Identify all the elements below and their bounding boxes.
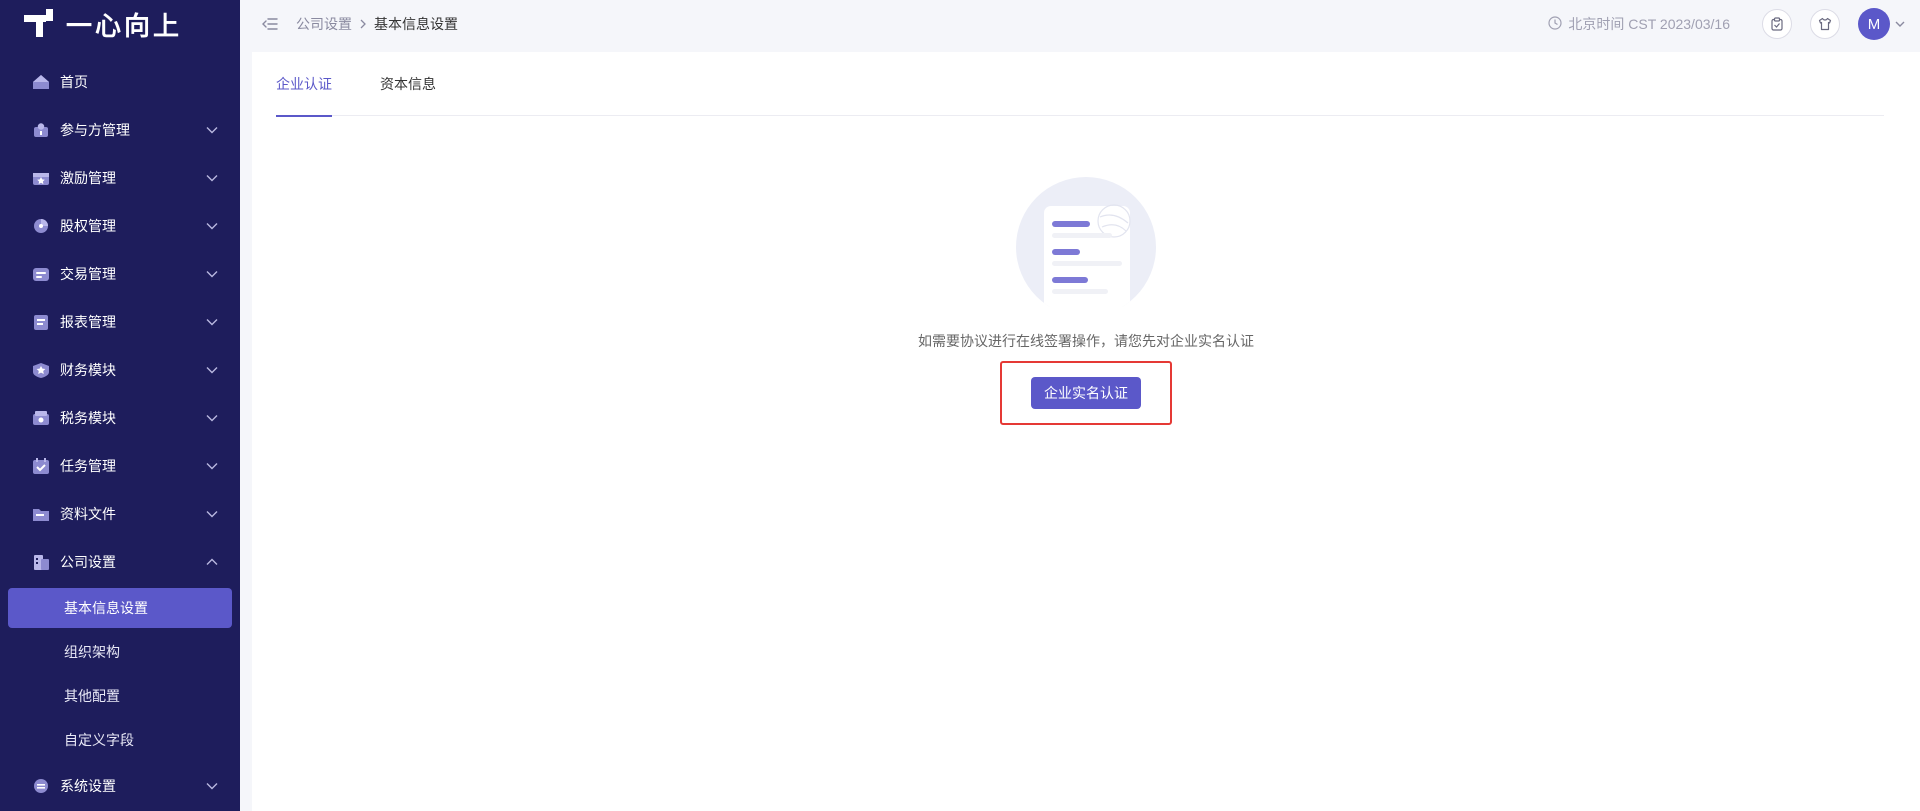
sidebar-item-tax[interactable]: 税务模块 (0, 394, 240, 442)
task-clipboard-button[interactable] (1762, 9, 1792, 39)
sidebar-item-incentive[interactable]: 激励管理 (0, 154, 240, 202)
clock-icon (1548, 15, 1562, 33)
chevron-down-icon (206, 364, 218, 376)
logo-mark-icon (24, 9, 56, 39)
sidebar-item-equity[interactable]: 股权管理 (0, 202, 240, 250)
sidebar-menu: 首页参与方管理激励管理股权管理交易管理报表管理财务模块税务模块任务管理资料文件公… (0, 48, 240, 810)
document-illustration-icon (1016, 177, 1156, 307)
sidebar-subitem[interactable]: 基本信息设置 (8, 588, 232, 628)
topbar-actions: 北京时间 CST 2023/03/16 M (1548, 8, 1906, 40)
enterprise-verify-button[interactable]: 企业实名认证 (1031, 377, 1141, 409)
sidebar-item-label: 资料文件 (60, 506, 116, 522)
sidebar-item-label: 股权管理 (60, 218, 116, 234)
trade-icon (32, 266, 50, 282)
sidebar-item-report[interactable]: 报表管理 (0, 298, 240, 346)
sidebar-item-label: 报表管理 (60, 314, 116, 330)
main-content: 企业认证 资本信息 如需要协议进行在线签署操作，请您先对企业实名认证 企业实名认… (252, 52, 1920, 811)
tab-bar: 企业认证 资本信息 (276, 52, 1884, 117)
chevron-down-icon (206, 220, 218, 232)
shirt-icon (1818, 17, 1832, 31)
finance-icon (32, 362, 50, 378)
system-icon (32, 778, 50, 794)
sidebar-item-finance[interactable]: 财务模块 (0, 346, 240, 394)
task-icon (32, 458, 50, 474)
sidebar-subitem[interactable]: 其他配置 (0, 674, 240, 718)
home-icon (32, 74, 50, 90)
shirt-theme-button[interactable] (1810, 9, 1840, 39)
highlight-box: 企业实名认证 (1000, 361, 1172, 425)
clock-text: 北京时间 CST 2023/03/16 (1568, 16, 1730, 32)
chevron-right-icon (359, 18, 367, 30)
user-avatar[interactable]: M (1858, 8, 1890, 40)
chevron-down-icon (206, 460, 218, 472)
report-icon (32, 314, 50, 330)
breadcrumb-parent[interactable]: 公司设置 (296, 14, 352, 34)
sidebar-item-label: 首页 (60, 74, 88, 90)
sidebar-item-task[interactable]: 任务管理 (0, 442, 240, 490)
sidebar-subitem[interactable]: 自定义字段 (0, 718, 240, 762)
incentive-icon (32, 170, 50, 186)
sidebar-item-label: 财务模块 (60, 362, 116, 378)
chevron-down-icon (206, 172, 218, 184)
sidebar-item-trade[interactable]: 交易管理 (0, 250, 240, 298)
chevron-down-icon (206, 780, 218, 792)
empty-state: 如需要协议进行在线签署操作，请您先对企业实名认证 企业实名认证 (252, 177, 1920, 425)
sidebar-item-label: 参与方管理 (60, 122, 130, 138)
sidebar-subitem[interactable]: 组织架构 (0, 630, 240, 674)
chevron-up-icon (206, 556, 218, 568)
sidebar-item-folder[interactable]: 资料文件 (0, 490, 240, 538)
sidebar-item-participants[interactable]: 参与方管理 (0, 106, 240, 154)
company-icon (32, 554, 50, 570)
topbar: 公司设置 基本信息设置 北京时间 CST 2023/03/16 M (240, 0, 1920, 48)
chevron-down-icon (206, 268, 218, 280)
participants-icon (32, 122, 50, 138)
breadcrumb-current: 基本信息设置 (374, 16, 458, 32)
folder-icon (32, 506, 50, 522)
collapse-sidebar-icon[interactable] (260, 14, 280, 34)
sidebar-item-system[interactable]: 系统设置 (0, 762, 240, 810)
equity-icon (32, 218, 50, 234)
tab-enterprise-certification[interactable]: 企业认证 (276, 52, 332, 117)
chevron-down-icon (206, 124, 218, 136)
brand-logo[interactable]: 一心向上 (0, 0, 240, 48)
breadcrumb: 公司设置 基本信息设置 (296, 14, 458, 34)
clipboard-check-icon (1771, 17, 1783, 31)
sidebar-item-home[interactable]: 首页 (0, 58, 240, 106)
sidebar-item-label: 税务模块 (60, 410, 116, 426)
clock-display: 北京时间 CST 2023/03/16 (1548, 14, 1730, 34)
sidebar-item-label: 交易管理 (60, 266, 116, 282)
sidebar-item-company[interactable]: 公司设置 (0, 538, 240, 586)
sidebar-item-label: 系统设置 (60, 778, 116, 794)
empty-state-message: 如需要协议进行在线签署操作，请您先对企业实名认证 (918, 333, 1254, 349)
brand-name: 一心向上 (66, 10, 183, 41)
tab-capital-info[interactable]: 资本信息 (380, 52, 436, 116)
sidebar-item-label: 任务管理 (60, 458, 116, 474)
chevron-down-icon (206, 412, 218, 424)
tax-icon (32, 410, 50, 426)
chevron-down-icon[interactable] (1894, 20, 1906, 28)
sidebar-item-label: 激励管理 (60, 170, 116, 186)
sidebar-item-label: 公司设置 (60, 554, 116, 570)
chevron-down-icon (206, 508, 218, 520)
sidebar: 一心向上 首页参与方管理激励管理股权管理交易管理报表管理财务模块税务模块任务管理… (0, 0, 240, 811)
chevron-down-icon (206, 316, 218, 328)
